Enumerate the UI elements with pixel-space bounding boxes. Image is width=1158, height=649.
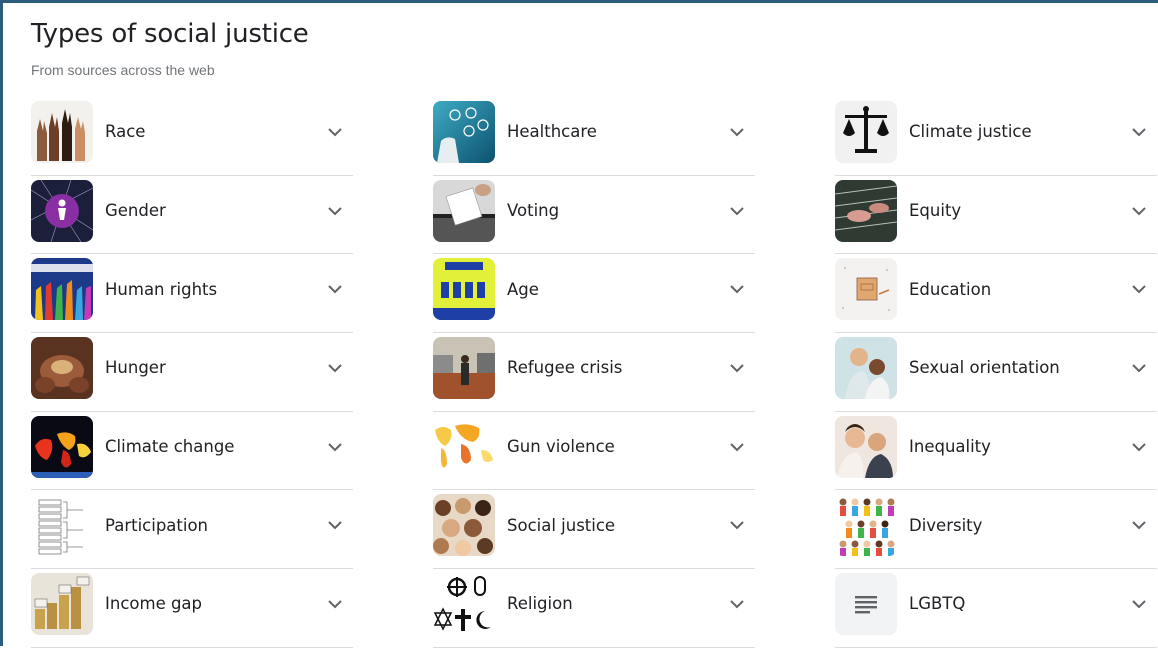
chevron-down-icon[interactable] <box>323 513 347 537</box>
topics-column-1: Race Gender Human rights Hunger Climate … <box>31 97 353 648</box>
topic-item-social-justice[interactable]: Social justice <box>433 490 755 570</box>
topic-label: Equity <box>909 201 962 221</box>
topic-item-diversity[interactable]: Diversity <box>835 490 1157 570</box>
topic-label: Climate justice <box>909 122 1032 142</box>
chevron-down-icon[interactable] <box>323 277 347 301</box>
topic-item-hunger[interactable]: Hunger <box>31 333 353 412</box>
world-map-image <box>433 415 495 478</box>
chevron-down-icon[interactable] <box>725 513 749 537</box>
topic-label: Diversity <box>909 515 983 535</box>
raised-colorful-hands-image <box>31 258 93 321</box>
topic-item-refugee-crisis[interactable]: Refugee crisis <box>433 333 755 412</box>
topic-item-education[interactable]: Education <box>835 254 1157 334</box>
ageism-poster-image <box>433 258 495 321</box>
topic-item-sexual-orientation[interactable]: Sexual orientation <box>835 333 1157 412</box>
chevron-down-icon[interactable] <box>323 435 347 459</box>
chevron-down-icon[interactable] <box>725 120 749 144</box>
topic-label: Participation <box>105 515 209 535</box>
topic-item-age[interactable]: Age <box>433 254 755 334</box>
chevron-down-icon[interactable] <box>1127 199 1151 223</box>
panel-frame: Types of social justice From sources acr… <box>0 0 1158 649</box>
hands-holding-grain-image <box>31 336 93 399</box>
topic-label: Refugee crisis <box>507 358 623 378</box>
chevron-down-icon[interactable] <box>1127 356 1151 380</box>
chevron-down-icon[interactable] <box>1127 435 1151 459</box>
medical-icons-image <box>433 100 495 163</box>
topic-label: Gender <box>105 201 166 221</box>
topic-label: Age <box>507 279 539 299</box>
chevron-down-icon[interactable] <box>725 592 749 616</box>
chevron-down-icon[interactable] <box>323 199 347 223</box>
chevron-down-icon[interactable] <box>323 120 347 144</box>
topics-column-2: Healthcare Voting Age Refugee crisis Gun… <box>433 97 755 648</box>
topic-label: Education <box>909 279 992 299</box>
topic-label: Hunger <box>105 358 166 378</box>
chevron-down-icon[interactable] <box>725 277 749 301</box>
topic-item-gender[interactable]: Gender <box>31 176 353 255</box>
page-title: Types of social justice <box>31 19 309 49</box>
chevron-down-icon[interactable] <box>323 356 347 380</box>
topic-label: LGBTQ <box>909 594 966 614</box>
income-coins-image <box>31 572 93 635</box>
topic-item-religion[interactable]: Religion <box>433 569 755 648</box>
topic-item-climate-justice[interactable]: Climate justice <box>835 97 1157 176</box>
crowd-faces-image <box>433 494 495 557</box>
religious-symbols-image <box>433 572 495 635</box>
topic-item-human-rights[interactable]: Human rights <box>31 254 353 334</box>
topic-label: Healthcare <box>507 122 597 142</box>
page-subtitle: From sources across the web <box>31 62 215 78</box>
topic-item-climate-change[interactable]: Climate change <box>31 412 353 491</box>
family-photo-image <box>835 415 897 478</box>
topic-item-lgbtq[interactable]: LGBTQ <box>835 569 1157 648</box>
refugee-camp-image <box>433 336 495 399</box>
chevron-down-icon[interactable] <box>725 356 749 380</box>
ballot-box-image <box>433 179 495 242</box>
topic-label: Social justice <box>507 515 616 535</box>
gender-network-image <box>31 179 93 242</box>
topic-item-equity[interactable]: Equity <box>835 176 1157 255</box>
heat-map-world-image <box>31 415 93 478</box>
topic-label: Inequality <box>909 437 991 457</box>
chevron-down-icon[interactable] <box>323 592 347 616</box>
ladder-diagram-image <box>31 494 93 557</box>
livestock-pens-image <box>835 179 897 242</box>
diverse-people-image <box>835 494 897 557</box>
topic-label: Human rights <box>105 279 218 299</box>
topic-item-race[interactable]: Race <box>31 97 353 176</box>
chevron-down-icon[interactable] <box>1127 277 1151 301</box>
chevron-down-icon[interactable] <box>1127 120 1151 144</box>
raised-hands-image <box>31 100 93 163</box>
topic-label: Income gap <box>105 594 203 614</box>
topics-grid: Race Gender Human rights Hunger Climate … <box>31 97 1158 649</box>
topic-label: Race <box>105 122 146 142</box>
chevron-down-icon[interactable] <box>1127 592 1151 616</box>
topic-label: Voting <box>507 201 560 221</box>
text-lines-icon <box>835 572 897 635</box>
topic-item-participation[interactable]: Participation <box>31 490 353 570</box>
book-illustration-image <box>835 258 897 321</box>
chevron-down-icon[interactable] <box>1127 513 1151 537</box>
topic-label: Religion <box>507 594 573 614</box>
chevron-down-icon[interactable] <box>725 435 749 459</box>
couple-photo-image <box>835 336 897 399</box>
topic-item-income-gap[interactable]: Income gap <box>31 569 353 648</box>
topic-label: Sexual orientation <box>909 358 1060 378</box>
topic-label: Gun violence <box>507 437 615 457</box>
topic-item-gun-violence[interactable]: Gun violence <box>433 412 755 491</box>
topics-column-3: Climate justice Equity Education Sexual … <box>835 97 1157 648</box>
topic-label: Climate change <box>105 437 235 457</box>
scales-of-justice-icon <box>835 100 897 163</box>
topic-item-healthcare[interactable]: Healthcare <box>433 97 755 176</box>
topic-item-voting[interactable]: Voting <box>433 176 755 255</box>
chevron-down-icon[interactable] <box>725 199 749 223</box>
topic-item-inequality[interactable]: Inequality <box>835 412 1157 491</box>
